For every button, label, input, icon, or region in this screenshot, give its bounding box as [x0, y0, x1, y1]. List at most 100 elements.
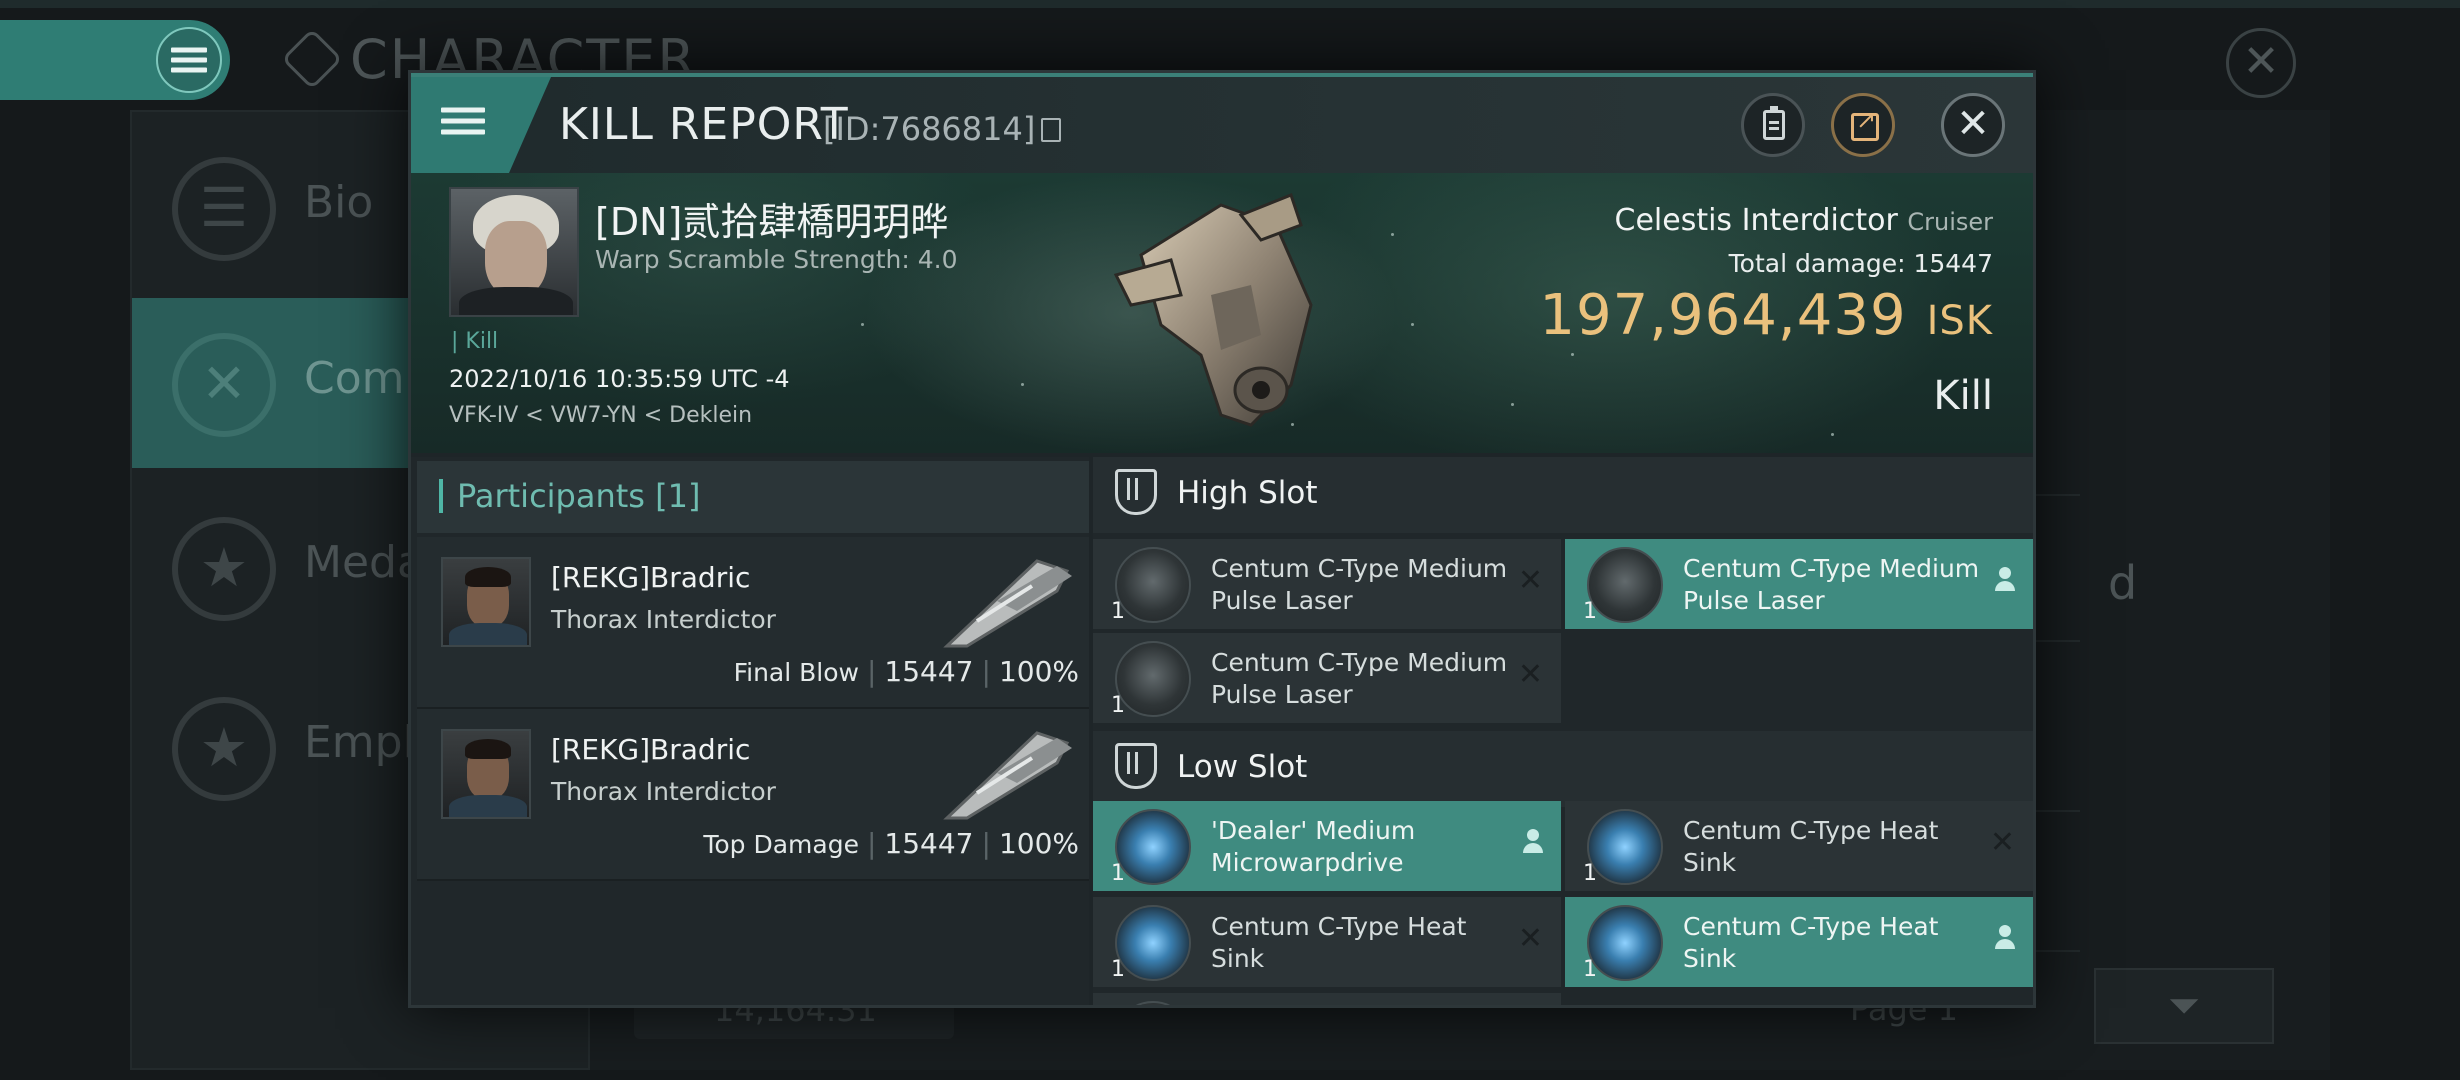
kill-time: 2022/10/16 10:35:59 UTC -4 [449, 365, 790, 393]
total-damage: Total damage: 15447 [1729, 249, 1993, 278]
hamburger-icon [441, 102, 485, 141]
dialog-title: KILL REPORT [559, 99, 849, 150]
participant-ship: Thorax Interdictor [551, 777, 776, 806]
module-quantity: 1 [1583, 957, 1597, 982]
module-item-partial[interactable] [1093, 993, 1561, 1005]
victim-avatar[interactable] [449, 187, 579, 317]
participant-percent: 100% [998, 827, 1079, 860]
medal-star-icon: ★ [172, 517, 276, 621]
close-icon: ✕ [1956, 101, 1990, 147]
kill-report-dialog: KILL REPORT [ID:7686814] ✕ [DN]贰拾肆橋明玥晔 W… [408, 70, 2036, 1008]
module-item[interactable]: 1 Centum C-Type Medium Pulse Laser ✕ [1093, 633, 1561, 723]
participant-avatar[interactable] [441, 557, 531, 647]
participant-ship-image[interactable] [937, 723, 1077, 823]
heat-sink-icon [1587, 905, 1663, 981]
dialog-menu-button[interactable] [411, 77, 551, 173]
module-item[interactable]: 1 Centum C-Type Medium Pulse Laser [1565, 539, 2033, 629]
participant-ship-image[interactable] [937, 551, 1077, 651]
module-quantity: 1 [1111, 861, 1125, 886]
module-name: Centum C-Type Heat Sink [1683, 912, 1939, 973]
total-damage-label: Total damage: [1728, 249, 1906, 278]
heat-sink-icon [1115, 905, 1191, 981]
participant-stats: Final Blow | 15447 | 100% [733, 655, 1079, 688]
kill-tag: | Kill [451, 329, 499, 354]
kill-result: Kill [1933, 373, 1993, 419]
module-name: Centum C-Type Medium Pulse Laser [1211, 648, 1508, 709]
module-name: Centum C-Type Medium Pulse Laser [1211, 554, 1508, 615]
victim-name[interactable]: [DN]贰拾肆橋明玥晔 [595, 191, 948, 246]
victim-ship-image[interactable] [1101, 185, 1361, 435]
isk-amount: 197,964,439 [1539, 283, 1907, 348]
participant-stats: Top Damage | 15447 | 100% [703, 827, 1079, 860]
participant-name: [REKG]Bradric [551, 561, 751, 594]
low-slot-header: Low Slot [1093, 731, 2033, 807]
heat-sink-icon [1587, 809, 1663, 885]
top-edge [0, 0, 2460, 8]
high-slot-header: High Slot [1093, 457, 2033, 533]
kill-id[interactable]: [ID:7686814] [823, 110, 1062, 148]
screen-close-button[interactable]: ✕ [2226, 28, 2296, 98]
low-slot-icon [1115, 743, 1157, 789]
employment-star-icon: ★ [172, 697, 276, 801]
module-item[interactable]: 1 'Dealer' Medium Microwarpdrive [1093, 801, 1561, 891]
pulse-laser-icon [1115, 547, 1191, 623]
participant-ship: Thorax Interdictor [551, 605, 776, 634]
pulse-laser-icon [1587, 547, 1663, 623]
participant-row[interactable]: [REKG]Bradric Thorax Interdictor Final B… [417, 537, 1089, 709]
participants-panel: Participants [1] [REKG]Bradric Thorax In… [411, 457, 1089, 1005]
clipboard-icon [1763, 106, 1785, 140]
microwarpdrive-icon [1115, 809, 1191, 885]
module-quantity: 1 [1111, 693, 1125, 718]
module-item[interactable]: 1 Centum C-Type Heat Sink ✕ [1093, 897, 1561, 987]
share-button[interactable] [1831, 93, 1895, 157]
participant-percent: 100% [998, 655, 1079, 688]
participant-row[interactable]: [REKG]Bradric Thorax Interdictor Top Dam… [417, 709, 1089, 881]
module-item[interactable]: 1 Centum C-Type Heat Sink ✕ [1565, 801, 2033, 891]
module-quantity: 1 [1111, 957, 1125, 982]
copy-icon[interactable] [1041, 118, 1062, 142]
high-slot-icon [1115, 469, 1157, 515]
share-icon [1851, 106, 1879, 141]
clipboard-button[interactable] [1741, 93, 1805, 157]
warp-scramble-strength: Warp Scramble Strength: 4.0 [595, 245, 958, 274]
crossed-swords-icon: ✕ [172, 333, 276, 437]
destroyed-icon: ✕ [1989, 825, 2015, 860]
destroyed-icon: ✕ [1517, 657, 1543, 692]
low-slot-title: Low Slot [1177, 749, 1308, 785]
fitting-slots: High Slot 1 Centum C-Type Medium Pulse L… [1093, 457, 2033, 1005]
ship-name[interactable]: Celestis Interdictor [1615, 203, 1898, 238]
participant-avatar[interactable] [441, 729, 531, 819]
list-icon: ☰ [172, 157, 276, 261]
high-slot-title: High Slot [1177, 475, 1318, 511]
ship-class: Cruiser [1907, 208, 1993, 236]
main-menu-button[interactable] [0, 20, 230, 100]
module-name: 'Dealer' Medium Microwarpdrive [1211, 816, 1416, 877]
participant-damage: 15447 [884, 655, 974, 688]
module-quantity: 1 [1583, 861, 1597, 886]
victim-banner: [DN]贰拾肆橋明玥晔 Warp Scramble Strength: 4.0 … [411, 173, 2033, 453]
dialog-header: KILL REPORT [ID:7686814] ✕ [411, 73, 2033, 173]
isk-unit: ISK [1926, 298, 1993, 344]
victim-ship-name: Celestis Interdictor Cruiser [1615, 203, 1994, 238]
dropped-person-icon [1995, 925, 2015, 953]
filter-button[interactable]: ⏷ [2094, 968, 2274, 1044]
participants-title: Participants [1] [457, 477, 701, 515]
participant-name: [REKG]Bradric [551, 733, 751, 766]
background-partial-text: d [2108, 556, 2138, 610]
destroyed-icon: ✕ [1517, 921, 1543, 956]
module-name: Centum C-Type Heat Sink [1211, 912, 1467, 973]
dropped-person-icon [1523, 829, 1543, 857]
sidebar-item-label: Bio [304, 177, 374, 228]
destroyed-icon: ✕ [1517, 563, 1543, 598]
module-item[interactable]: 1 Centum C-Type Heat Sink [1565, 897, 2033, 987]
hamburger-icon [171, 43, 207, 78]
module-name: Centum C-Type Heat Sink [1683, 816, 1939, 877]
participant-damage: 15447 [884, 827, 974, 860]
module-quantity: 1 [1583, 599, 1597, 624]
total-damage-value: 15447 [1913, 249, 1993, 278]
close-button[interactable]: ✕ [1941, 93, 2005, 157]
module-item[interactable]: 1 Centum C-Type Medium Pulse Laser ✕ [1093, 539, 1561, 629]
isk-value: 197,964,439 ISK [1539, 283, 1993, 348]
kill-location[interactable]: VFK-IV < VW7-YN < Deklein [449, 403, 752, 428]
module-quantity: 1 [1111, 599, 1125, 624]
